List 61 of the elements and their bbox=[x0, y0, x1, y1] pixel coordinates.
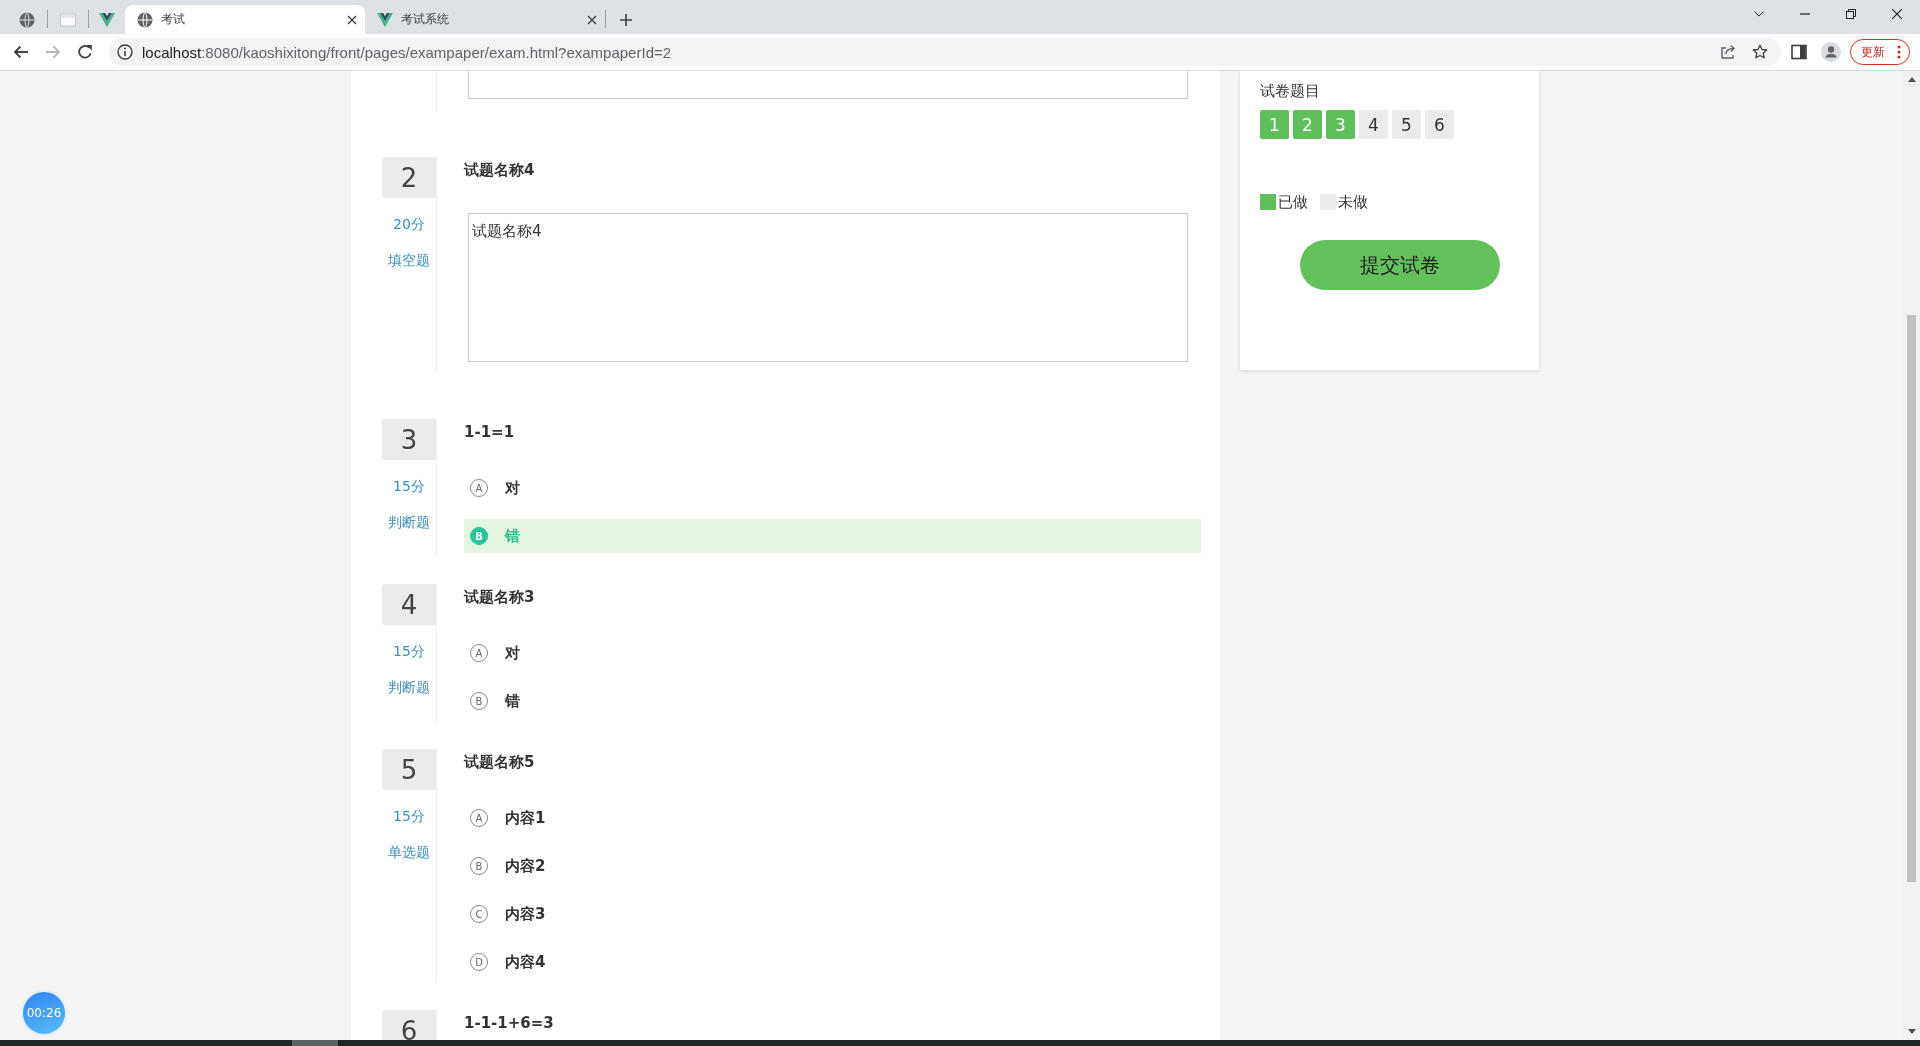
question-number: 5 bbox=[382, 749, 436, 790]
question-title: 试题名称3 bbox=[464, 587, 535, 608]
scroll-down-icon[interactable] bbox=[1907, 1029, 1916, 1034]
browser-tab[interactable]: 考试系统 bbox=[365, 5, 605, 34]
back-arrow-icon[interactable] bbox=[13, 44, 29, 60]
question-number: 6 bbox=[382, 1010, 436, 1040]
question-title: 1-1-1+6=3 bbox=[464, 1013, 554, 1034]
question-type: 判断题 bbox=[388, 513, 430, 532]
v-logo-icon bbox=[377, 11, 393, 28]
scrollbar-thumb[interactable] bbox=[1907, 315, 1916, 882]
profile-icon[interactable] bbox=[1821, 42, 1841, 62]
question-jump-button[interactable]: 5 bbox=[1392, 110, 1421, 139]
question-number: 4 bbox=[382, 584, 436, 625]
scroll-up-icon[interactable] bbox=[1907, 77, 1916, 82]
question-title: 1-1=1 bbox=[464, 422, 515, 443]
question-score: 20分 bbox=[393, 215, 425, 234]
globe-icon bbox=[137, 11, 153, 28]
legend-swatch-icon bbox=[1260, 194, 1276, 210]
submit-button[interactable]: 提交试卷 bbox=[1300, 240, 1500, 290]
side-panel-icon[interactable] bbox=[1791, 44, 1807, 60]
close-icon[interactable] bbox=[587, 14, 597, 25]
chevron-down-icon[interactable] bbox=[1754, 9, 1764, 19]
question-jump-button[interactable]: 4 bbox=[1359, 110, 1388, 139]
question-score: 15分 bbox=[393, 642, 425, 661]
question-type: 判断题 bbox=[388, 678, 430, 697]
legend-label: 已做 bbox=[1278, 192, 1308, 212]
answer-option[interactable]: D 内容4 bbox=[464, 945, 556, 979]
kebab-menu-icon[interactable] bbox=[1897, 45, 1901, 59]
answer-option[interactable]: B 内容2 bbox=[464, 849, 556, 883]
close-icon[interactable] bbox=[1892, 9, 1902, 19]
answer-option[interactable]: A 对 bbox=[464, 471, 530, 505]
page-thumbnail-icon[interactable] bbox=[60, 11, 76, 28]
question-score: 15分 bbox=[393, 807, 425, 826]
question-title: 试题名称4 bbox=[464, 160, 535, 181]
question-score: 15分 bbox=[393, 477, 425, 496]
star-icon[interactable] bbox=[1752, 44, 1768, 60]
question-type: 填空题 bbox=[388, 251, 430, 270]
info-icon[interactable] bbox=[117, 44, 133, 60]
question-number: 2 bbox=[382, 157, 436, 198]
answer-option[interactable]: C 内容3 bbox=[464, 897, 556, 931]
legend-label: 未做 bbox=[1338, 192, 1368, 212]
restore-icon[interactable] bbox=[1846, 9, 1856, 19]
share-icon[interactable] bbox=[1720, 44, 1736, 60]
question-type: 单选题 bbox=[388, 843, 430, 862]
question-jump-button[interactable]: 6 bbox=[1425, 110, 1454, 139]
answer-option[interactable]: B 错 bbox=[464, 684, 530, 718]
reload-icon[interactable] bbox=[77, 44, 93, 60]
v-logo-icon[interactable] bbox=[99, 11, 115, 28]
answer-option[interactable]: A 对 bbox=[464, 636, 530, 670]
question-number: 3 bbox=[382, 419, 436, 460]
plus-icon[interactable] bbox=[620, 13, 632, 26]
answer-option[interactable]: A 内容1 bbox=[464, 801, 556, 835]
address-bar[interactable]: localhost:8080/kaoshixitong/front/pages/exampaper/exam.html?exampaperId=2 bbox=[109, 38, 1781, 66]
sheet-title: 试卷题目 bbox=[1260, 81, 1320, 101]
close-icon[interactable] bbox=[347, 14, 357, 25]
globe-icon[interactable] bbox=[19, 11, 35, 28]
answer-box[interactable]: 试题名称4 bbox=[468, 213, 1188, 362]
option-letter: B bbox=[470, 527, 488, 545]
question-title: 试题名称5 bbox=[464, 752, 535, 773]
browser-tab[interactable]: 考试 bbox=[125, 5, 365, 34]
update-button[interactable]: 更新 bbox=[1850, 39, 1910, 65]
